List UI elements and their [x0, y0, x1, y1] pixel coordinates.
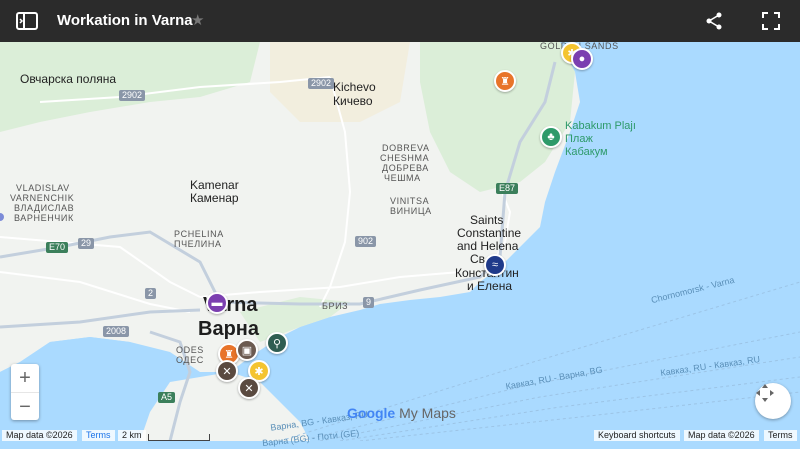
label-kabakum-1: Kabakum Plajı: [565, 120, 636, 132]
castle-marker-icon[interactable]: ♜: [494, 70, 516, 92]
label-kabakum-2: Плаж: [565, 133, 593, 145]
label-dobreva-bg2: ЧЕШМА: [384, 173, 421, 183]
label-saints-1: Saints: [470, 213, 504, 227]
road-shield: E87: [496, 183, 519, 194]
share-button[interactable]: [699, 6, 729, 36]
label-kabakum-3: Кабакум: [565, 146, 608, 158]
road-shield: 2902: [119, 90, 146, 101]
sidebar-toggle-icon: [16, 12, 38, 30]
top-bar: Workation in Varna ★: [0, 0, 800, 42]
restaurant-marker-icon[interactable]: ✕: [216, 360, 238, 382]
zoom-in-button[interactable]: +: [11, 364, 39, 393]
label-saints-3: and Helena: [457, 239, 519, 253]
map-data-right: Map data ©2026: [684, 430, 759, 441]
zoom-out-button[interactable]: −: [11, 393, 39, 421]
mymaps-label: My Maps: [399, 405, 456, 421]
map-data-left: Map data ©2026: [2, 430, 77, 441]
label-vladislav-bg2: ВАРНЕНЧИК: [14, 213, 74, 223]
scale-bar: [148, 434, 210, 441]
road-shield: 2008: [103, 326, 130, 337]
road-shield: 9: [363, 297, 375, 308]
road-shield: 2: [145, 288, 157, 299]
share-icon: [706, 12, 722, 30]
hiking-marker-icon[interactable]: ⚲: [266, 332, 288, 354]
google-logo: Google: [347, 405, 396, 421]
road-shield: 902: [355, 236, 377, 247]
recenter-icon: [756, 384, 774, 402]
fullscreen-icon: [762, 12, 780, 30]
terms-right-link[interactable]: Terms: [764, 430, 797, 441]
keyboard-shortcuts-link[interactable]: Keyboard shortcuts: [594, 430, 680, 441]
map-background: [0, 42, 800, 441]
road-shield: 2902: [308, 78, 335, 89]
terms-left-link[interactable]: Terms: [82, 430, 115, 441]
google-mymaps-logo: Google My Maps: [347, 405, 456, 421]
zoom-control: + −: [11, 364, 39, 420]
bed-marker-icon[interactable]: ▬: [206, 292, 228, 314]
label-kamenar-bg: Каменар: [190, 191, 239, 205]
sidebar-toggle-button[interactable]: [12, 6, 42, 36]
road-shield: A5: [158, 392, 176, 403]
locate-button[interactable]: [755, 383, 791, 419]
road-shield: E70: [46, 242, 69, 253]
label-ovcharska: Овчарска поляна: [20, 72, 116, 86]
sea-marker-icon[interactable]: ≈: [484, 254, 506, 276]
label-varna-bg: Варна: [198, 318, 259, 340]
label-odesos-2: ОДЕС: [176, 355, 204, 365]
fullscreen-button[interactable]: [756, 6, 786, 36]
map-title: Workation in Varna: [57, 12, 193, 29]
label-kamenar-en: Kamenar: [190, 178, 239, 192]
label-konst-2: и Елена: [467, 279, 513, 293]
label-kichevo-en: Kichevo: [333, 80, 376, 94]
label-briz: БРИЗ: [322, 301, 349, 311]
label-kichevo-bg: Кичево: [333, 94, 373, 108]
road-shield: 29: [78, 238, 95, 249]
restaurant-marker-icon[interactable]: ✕: [238, 377, 260, 399]
map-canvas[interactable]: Овчарска поляна Kichevo Кичево DOBREVA C…: [0, 41, 800, 448]
park-marker-icon[interactable]: ♣: [540, 126, 562, 148]
label-vinitsa-bg: ВИНИЦА: [390, 206, 432, 216]
shopping-marker-icon[interactable]: ▣: [236, 339, 258, 361]
scale-label: 2 km: [118, 430, 146, 441]
label-pchelina-bg: ПЧЕЛИНА: [174, 239, 222, 249]
star-icon[interactable]: ★: [191, 11, 204, 29]
label-saints-2: Constantine: [457, 226, 522, 240]
attraction-marker-icon[interactable]: ●: [571, 48, 593, 70]
